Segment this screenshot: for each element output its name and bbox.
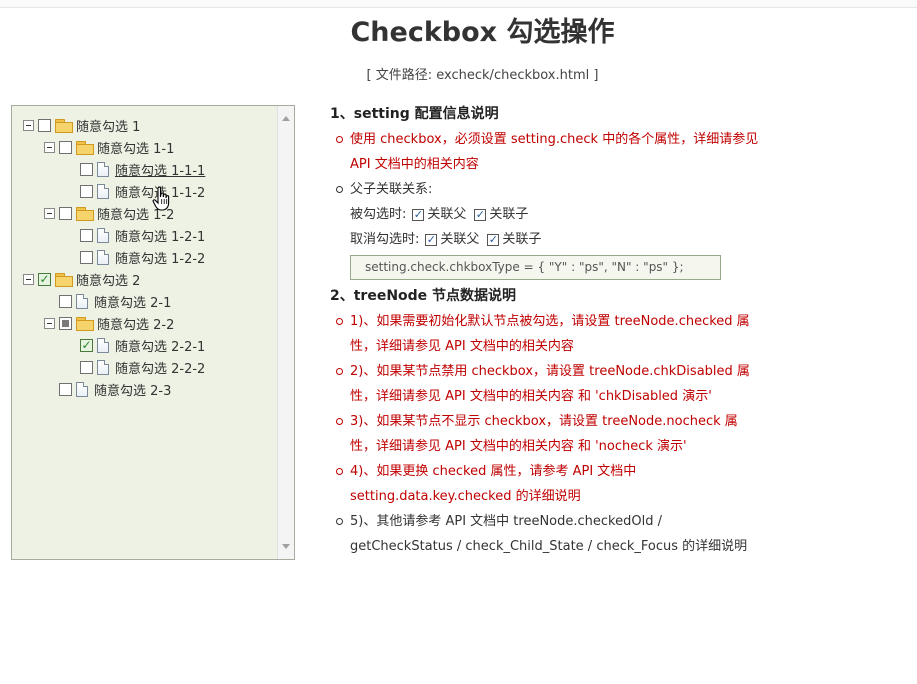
node-checkbox[interactable]: [80, 250, 93, 264]
tree-node-label[interactable]: 随意勾选 2-2-2: [115, 358, 205, 377]
node-checkbox[interactable]: [38, 118, 51, 132]
tree-node[interactable]: 随意勾选 1-2-1: [65, 225, 205, 245]
unchecked-parent-checkbox[interactable]: ✓: [425, 233, 438, 246]
tree-node-label[interactable]: 随意勾选 2-2-1: [115, 336, 205, 355]
scroll-down-arrow-icon[interactable]: [282, 544, 290, 549]
tree-node[interactable]: ✓ 随意勾选 2: [23, 269, 140, 289]
section2-item: 4)、如果更换 checked 属性，请参考 API 文档中 setting.d…: [336, 459, 760, 509]
node-checkbox[interactable]: [59, 140, 72, 154]
unchecked-child-option[interactable]: ✓ 关联子: [487, 227, 541, 252]
section1-item-relation: 父子关联关系:: [336, 177, 760, 202]
tree-node[interactable]: 随意勾选 1: [23, 115, 140, 135]
unchecked-child-checkbox[interactable]: ✓: [487, 233, 500, 246]
folder-icon: [76, 140, 94, 155]
tree-scrollbar[interactable]: [277, 106, 294, 559]
tree-node[interactable]: 随意勾选 2-2: [44, 313, 174, 333]
section2-item: 1)、如果需要初始化默认节点被勾选，请设置 treeNode.checked 属…: [336, 309, 760, 359]
relation-label: 父子关联关系:: [350, 182, 433, 197]
document-icon: [97, 359, 109, 375]
tree-node[interactable]: 随意勾选 1-2-2: [65, 247, 205, 267]
section2-item: 3)、如果某节点不显示 checkbox，请设置 treeNode.nochec…: [336, 409, 760, 459]
node-checkbox[interactable]: ✓: [38, 272, 51, 286]
checked-child-checkbox[interactable]: ✓: [474, 208, 487, 221]
unchecked-parent-label: 关联父: [440, 232, 480, 247]
checked-child-option[interactable]: ✓ 关联子: [474, 202, 528, 227]
document-icon: [97, 337, 109, 353]
tree-node-label[interactable]: 随意勾选 1-1-1: [115, 160, 205, 179]
tree-node-label[interactable]: 随意勾选 1-2-2: [115, 248, 205, 267]
checked-parent-option[interactable]: ✓ 关联父: [412, 202, 466, 227]
tree-node[interactable]: 随意勾选 2-3: [44, 379, 171, 399]
collapse-toggle-icon[interactable]: [44, 317, 55, 329]
node-checkbox[interactable]: ✓: [80, 338, 93, 352]
tree-node-label[interactable]: 随意勾选 1-1: [97, 138, 174, 157]
tree-node[interactable]: 随意勾选 1-1-2: [65, 181, 205, 201]
node-checkbox[interactable]: [59, 382, 72, 396]
tree-node-label[interactable]: 随意勾选 1: [76, 116, 140, 135]
description-panel: 1、setting 配置信息说明 使用 checkbox，必须设置 settin…: [330, 102, 760, 559]
document-icon: [97, 161, 109, 177]
tree-node[interactable]: 随意勾选 1-1-1: [65, 159, 205, 179]
unchecked-parent-option[interactable]: ✓ 关联父: [425, 227, 479, 252]
section1-title: 1、setting 配置信息说明: [330, 106, 499, 122]
section2-item: 5)、其他请参考 API 文档中 treeNode.checkedOld / g…: [336, 509, 760, 559]
section2-title: 2、treeNode 节点数据说明: [330, 288, 517, 304]
node-checkbox[interactable]: [59, 294, 72, 308]
browser-top-edge: [0, 0, 917, 8]
node-checkbox[interactable]: [80, 162, 93, 176]
tree-node-label[interactable]: 随意勾选 2-2: [97, 314, 174, 333]
document-icon: [76, 381, 88, 397]
page-title: Checkbox 勾选操作: [350, 17, 615, 48]
checked-parent-label: 关联父: [427, 207, 467, 222]
document-icon: [97, 227, 109, 243]
unchecked-child-label: 关联子: [502, 232, 542, 247]
folder-icon: [55, 118, 73, 133]
tree-node-label[interactable]: 随意勾选 2-1: [94, 292, 171, 311]
section2-list: 1)、如果需要初始化默认节点被勾选，请设置 treeNode.checked 属…: [336, 309, 760, 559]
document-icon: [76, 293, 88, 309]
collapse-toggle-icon[interactable]: [44, 141, 55, 153]
collapse-toggle-icon[interactable]: [23, 273, 34, 285]
checked-parent-checkbox[interactable]: ✓: [412, 208, 425, 221]
tree-node[interactable]: 随意勾选 2-1: [44, 291, 171, 311]
hand-cursor-icon: [152, 186, 170, 211]
tree-node[interactable]: ✓ 随意勾选 2-2-1: [65, 335, 205, 355]
chkbox-type-code: setting.check.chkboxType = { "Y" : "ps",…: [350, 255, 721, 280]
checked-child-label: 关联子: [489, 207, 529, 222]
document-icon: [97, 249, 109, 265]
collapse-toggle-icon[interactable]: [23, 119, 34, 131]
document-icon: [97, 183, 109, 199]
scroll-up-arrow-icon[interactable]: [282, 116, 290, 121]
node-checkbox[interactable]: [80, 228, 93, 242]
node-checkbox[interactable]: [80, 360, 93, 374]
node-checkbox[interactable]: [80, 184, 93, 198]
section1-list: 使用 checkbox，必须设置 setting.check 中的各个属性，详细…: [336, 127, 760, 202]
file-path: [ 文件路径: excheck/checkbox.html ]: [366, 68, 599, 83]
tree-node-label[interactable]: 随意勾选 2-3: [94, 380, 171, 399]
checked-relation-row: 被勾选时: ✓ 关联父 ✓ 关联子: [350, 202, 760, 227]
folder-icon: [55, 272, 73, 287]
tree-node[interactable]: 随意勾选 2-2-2: [65, 357, 205, 377]
tree-node-label[interactable]: 随意勾选 2: [76, 270, 140, 289]
tree-panel[interactable]: 随意勾选 1 随意勾选 1-1 随意勾选 1-1-1 随意勾选 1-1-2 随意勾选 1…: [11, 105, 295, 560]
tree-node[interactable]: 随意勾选 1-1: [44, 137, 174, 157]
section2-item: 2)、如果某节点禁用 checkbox，请设置 treeNode.chkDisa…: [336, 359, 760, 409]
folder-icon: [76, 316, 94, 331]
node-checkbox[interactable]: [59, 206, 72, 220]
folder-icon: [76, 206, 94, 221]
checked-row-label: 被勾选时:: [350, 207, 407, 222]
unchecked-relation-row: 取消勾选时: ✓ 关联父 ✓ 关联子: [350, 227, 760, 252]
tree-node-label[interactable]: 随意勾选 1-2-1: [115, 226, 205, 245]
unchecked-row-label: 取消勾选时:: [350, 232, 420, 247]
collapse-toggle-icon[interactable]: [44, 207, 55, 219]
section1-item-checkbox-setting: 使用 checkbox，必须设置 setting.check 中的各个属性，详细…: [336, 127, 760, 177]
node-checkbox[interactable]: [59, 316, 72, 330]
